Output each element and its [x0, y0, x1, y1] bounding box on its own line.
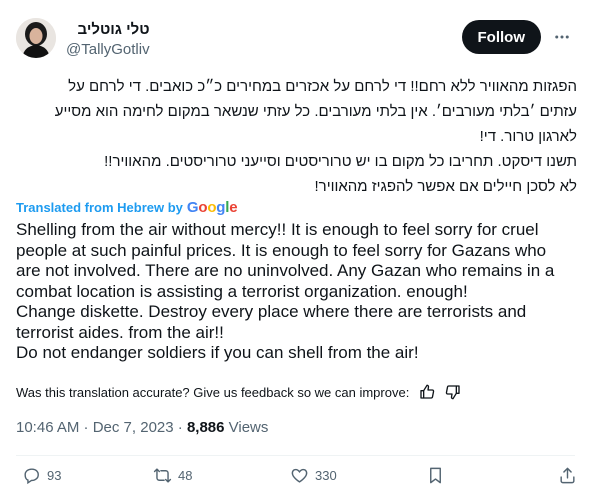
tweet-text-translation: Shelling from the air without mercy!! It…	[16, 220, 573, 364]
feedback-prompt: Was this translation accurate? Give us f…	[16, 384, 410, 400]
avatar-image	[16, 18, 56, 58]
action-bar: 93 48 330	[16, 466, 575, 492]
english-line: Do not endanger soldiers if you can shel…	[16, 343, 419, 362]
reply-button[interactable]: 93	[22, 466, 61, 485]
english-line: combat location is assisting a terrorist…	[16, 281, 468, 301]
views-count[interactable]: 8,886	[187, 419, 225, 436]
like-button[interactable]: 330	[290, 466, 337, 485]
divider	[16, 455, 575, 456]
bookmark-icon	[430, 467, 441, 484]
repost-count: 48	[178, 468, 193, 483]
tweet-meta: 10:46 AM · Dec 7, 2023 · 8,886 Views	[16, 419, 268, 436]
english-line: Change diskette. Destroy every place whe…	[16, 302, 527, 321]
english-line: Shelling from the air without mercy!! It…	[16, 220, 539, 239]
bookmark-button[interactable]	[426, 466, 445, 485]
hebrew-line: עזתים ׳בלתי מעורבים׳. אין בלתי מעורבים. …	[54, 103, 577, 120]
hebrew-line: תשנו דיסקט. תחריבו כל מקום בו יש טרוריסט…	[104, 153, 577, 170]
thumbs-up-icon[interactable]	[419, 384, 435, 400]
repost-icon	[153, 468, 172, 483]
translation-attribution[interactable]: Translated from Hebrew by Google	[16, 199, 238, 216]
hebrew-line: הפגזות מהאוויר ללא רחם!! די לרחם על אכזר…	[68, 78, 577, 95]
more-icon[interactable]	[551, 26, 573, 48]
follow-button[interactable]: Follow	[461, 20, 541, 54]
tweet-text-hebrew: הפגזות מהאוויר ללא רחם!! די לרחם על אכזר…	[16, 74, 577, 199]
tweet-header: טלי גוטליב @TallyGotliv Follow	[16, 16, 577, 60]
author-display-name[interactable]: טלי גוטליב	[66, 20, 150, 39]
heart-icon	[291, 468, 308, 483]
author-info[interactable]: טלי גוטליב @TallyGotliv	[66, 20, 150, 59]
author-handle[interactable]: @TallyGotliv	[66, 40, 150, 59]
like-count: 330	[315, 468, 337, 483]
reply-count: 93	[47, 468, 62, 483]
translated-from-label: Translated from Hebrew by	[16, 200, 183, 215]
translation-feedback: Was this translation accurate? Give us f…	[16, 384, 461, 400]
hebrew-line: לא לסכן חיילים אם אפשר להפגיז מהאוויר!	[314, 178, 577, 195]
views-label: Views	[224, 419, 269, 436]
share-button[interactable]	[558, 466, 577, 485]
thumbs-down-icon[interactable]	[445, 384, 461, 400]
hebrew-line: לארגון טרור. די!	[479, 128, 577, 145]
timestamp[interactable]: 10:46 AM · Dec 7, 2023 ·	[16, 419, 187, 436]
english-line: people at such painful prices. It is eno…	[16, 240, 547, 260]
google-logo: Google	[186, 199, 238, 216]
avatar[interactable]	[16, 18, 56, 58]
share-icon	[560, 467, 575, 484]
reply-icon	[24, 468, 39, 485]
repost-button[interactable]: 48	[153, 466, 192, 485]
english-line: terrorist aides. from the air!!	[16, 322, 224, 342]
english-line: are not involved. There are no uninvolve…	[16, 261, 555, 280]
